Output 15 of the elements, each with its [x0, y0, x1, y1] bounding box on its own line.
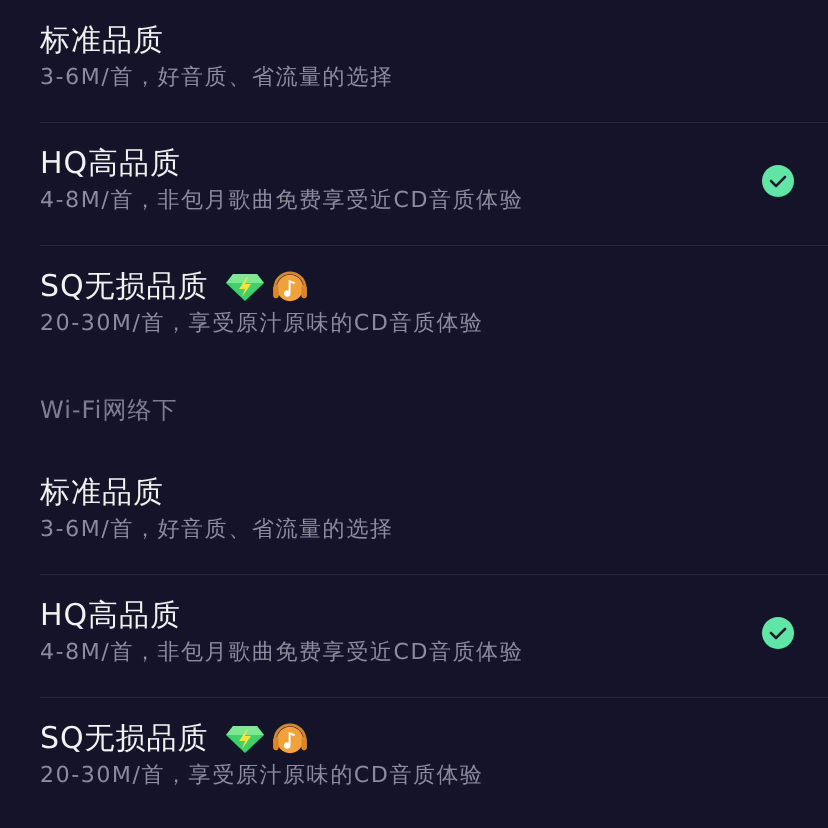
option-description: 4-8M/首，非包月歌曲免费享受近CD音质体验	[40, 638, 524, 666]
section-header: Wi-Fi网络下	[40, 395, 178, 425]
option-title[interactable]: HQ高品质	[40, 598, 182, 634]
option-description: 4-8M/首，非包月歌曲免费享受近CD音质体验	[40, 186, 524, 214]
option-title[interactable]: SQ无损品质	[40, 720, 209, 756]
headphones-icon	[270, 722, 309, 754]
option-description: 20-30M/首，享受原汁原味的CD音质体验	[40, 762, 484, 790]
option-description: 3-6M/首，好音质、省流量的选择	[40, 516, 394, 544]
option-description: 20-30M/首，享受原汁原味的CD音质体验	[40, 310, 484, 338]
headphones-icon	[270, 270, 309, 302]
option-description: 3-6M/首，好音质、省流量的选择	[40, 64, 394, 92]
option-title[interactable]: HQ高品质	[40, 146, 182, 182]
option-title[interactable]: SQ无损品质	[40, 268, 209, 304]
option-title[interactable]: 标准品质	[40, 474, 164, 510]
option-title[interactable]: 标准品质	[40, 22, 164, 58]
